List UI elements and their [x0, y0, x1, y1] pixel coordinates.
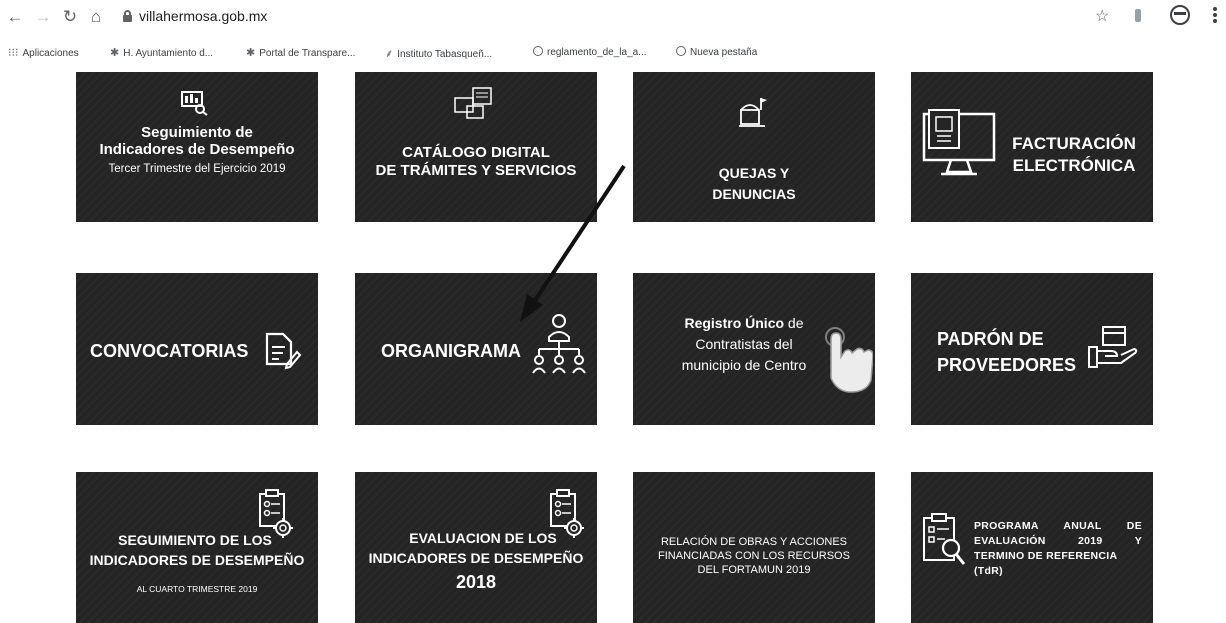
tile-title-line3: TERMINO DE REFERENCIA	[974, 550, 1118, 562]
tile-title-line1: EVALUACION DE LOS	[409, 530, 557, 546]
tile-convocatorias[interactable]: CONVOCATORIAS	[76, 273, 318, 425]
apps-grid-icon: ⁝⁝⁝	[8, 47, 19, 59]
tile-title-line2: INDICADORES DE DESEMPEÑO	[368, 550, 584, 566]
mailbox-icon	[739, 98, 767, 127]
back-arrow-icon[interactable]: ←	[4, 6, 26, 28]
tile-padron-proveedores[interactable]: PADRÓN DE PROVEEDORES	[911, 273, 1153, 425]
pointing-hand-icon	[825, 327, 873, 393]
tile-title-line2: ELECTRÓNICA	[1012, 156, 1136, 175]
tile-title-line2: DE TRÁMITES Y SERVICIOS	[375, 162, 577, 179]
tile-subtitle: AL CUARTO TRIMESTRE 2019	[136, 584, 258, 594]
tile-title-line2: PROVEEDORES	[937, 355, 1077, 375]
lock-icon	[123, 10, 132, 22]
palm-tree-icon: ✱	[110, 47, 120, 59]
tile-title-line1: QUEJAS Y	[718, 165, 790, 181]
tile-title-line1: FACTURACIÓN	[1012, 134, 1136, 153]
bookmark-apps[interactable]: ⁝⁝⁝ Aplicaciones	[8, 46, 79, 59]
address-bar[interactable]: villahermosa.gob.mx	[117, 4, 1177, 30]
home-icon[interactable]: ⌂	[85, 6, 107, 28]
computer-monitor-icon	[922, 109, 996, 176]
account-icon[interactable]	[1170, 5, 1190, 25]
tile-organigrama[interactable]: ORGANIGRAMA	[355, 273, 597, 425]
tile-title-line2: EVALUACIÓN 2019 Y	[974, 535, 1142, 547]
feather-icon: ⸙	[385, 48, 394, 60]
tile-seguimiento-tercer-trimestre[interactable]: Seguimiento de Indicadores de Desempeño …	[76, 72, 318, 222]
bookmark-label: Portal de Transpare...	[259, 48, 356, 59]
bookmark-ayuntamiento[interactable]: ✱ H. Ayuntamiento d...	[110, 46, 213, 59]
url-text[interactable]: villahermosa.gob.mx	[139, 8, 267, 24]
tile-subtitle: Tercer Trimestre del Ejercicio 2019	[108, 163, 286, 175]
bookmark-label: reglamento_de_la_a...	[547, 47, 647, 58]
tile-title-line1: Seguimiento de	[141, 124, 253, 141]
tile-title-line3: DEL FORTAMUN 2019	[697, 564, 811, 576]
browser-toolbar: ← → ↻ ⌂ villahermosa.gob.mx ☆	[0, 0, 1226, 36]
tile-programa-anual-evaluacion[interactable]: PROGRAMA ANUAL DE EVALUACIÓN 2019 Y TERM…	[911, 472, 1153, 623]
document-windows-icon	[454, 87, 492, 119]
hand-box-icon	[1088, 326, 1138, 368]
org-chart-icon	[532, 314, 586, 374]
bookmarks-bar: ⁝⁝⁝ Aplicaciones ✱ H. Ayuntamiento d... ✱ P…	[0, 40, 1226, 62]
bookmark-instituto[interactable]: ⸙ Instituto Tabasqueñ...	[385, 46, 492, 61]
tile-evaluacion-indicadores-2018[interactable]: EVALUACION DE LOS INDICADORES DE DESEMPE…	[355, 472, 597, 623]
bookmark-label: Instituto Tabasqueñ...	[397, 49, 493, 60]
tile-title-line2: INDICADORES DE DESEMPEÑO	[89, 552, 305, 568]
tile-title-bold: Registro Único	[684, 315, 785, 331]
reload-icon[interactable]: ↻	[59, 6, 81, 28]
palm-tree-icon: ✱	[246, 47, 256, 59]
extension-icon[interactable]	[1135, 9, 1141, 22]
tile-year: 2018	[455, 572, 497, 592]
tile-title: CONVOCATORIAS	[90, 341, 249, 361]
services-grid: Seguimiento de Indicadores de Desempeño …	[0, 64, 1226, 623]
tile-title-line4: (TdR)	[974, 565, 1003, 577]
document-pen-icon	[265, 332, 302, 370]
kebab-menu-icon[interactable]	[1213, 7, 1217, 25]
bookmark-reglamento[interactable]: reglamento_de_la_a...	[533, 46, 647, 58]
tile-catalogo-digital[interactable]: CATÁLOGO DIGITAL DE TRÁMITES Y SERVICIOS	[355, 72, 597, 222]
bookmark-label: H. Ayuntamiento d...	[123, 48, 214, 59]
tile-title-line1: PADRÓN DE	[937, 329, 1044, 349]
globe-icon	[676, 46, 686, 56]
report-search-icon	[181, 91, 208, 116]
tile-relacion-obras-fortamun[interactable]: RELACIÓN DE OBRAS Y ACCIONES FINANCIADAS…	[633, 472, 875, 623]
tile-title-line2: DENUNCIAS	[712, 186, 796, 202]
bookmark-label: Aplicaciones	[22, 48, 79, 59]
tile-registro-contratistas[interactable]: Registro Único de Contratistas del munic…	[633, 273, 875, 425]
clipboard-magnifier-icon	[923, 513, 966, 565]
bookmark-star-icon[interactable]: ☆	[1095, 6, 1109, 26]
tile-quejas-denuncias[interactable]: QUEJAS Y DENUNCIAS	[633, 72, 875, 222]
tile-title-line1: PROGRAMA ANUAL DE	[974, 520, 1142, 532]
tile-title-line2: Indicadores de Desempeño	[99, 141, 295, 158]
forward-arrow-icon[interactable]: →	[32, 6, 54, 28]
tile-title-line2: FINANCIADAS CON LOS RECURSOS	[658, 550, 850, 562]
tile-facturacion-electronica[interactable]: FACTURACIÓN ELECTRÓNICA	[911, 72, 1153, 222]
tile-seguimiento-cuarto-trimestre[interactable]: SEGUIMIENTO DE LOS INDICADORES DE DESEMP…	[76, 472, 318, 623]
tile-title-line1: CATÁLOGO DIGITAL	[402, 144, 550, 161]
tile-title-rest: de	[784, 315, 804, 331]
tile-title: ORGANIGRAMA	[381, 341, 521, 361]
bookmark-transparencia[interactable]: ✱ Portal de Transpare...	[246, 46, 355, 59]
tile-title-line1: SEGUIMIENTO DE LOS	[118, 532, 272, 548]
bookmark-label: Nueva pestaña	[690, 47, 758, 58]
globe-icon	[533, 46, 543, 56]
bookmark-nueva-pestana[interactable]: Nueva pestaña	[676, 46, 757, 58]
tile-title-line1: RELACIÓN DE OBRAS Y ACCIONES	[660, 536, 848, 548]
